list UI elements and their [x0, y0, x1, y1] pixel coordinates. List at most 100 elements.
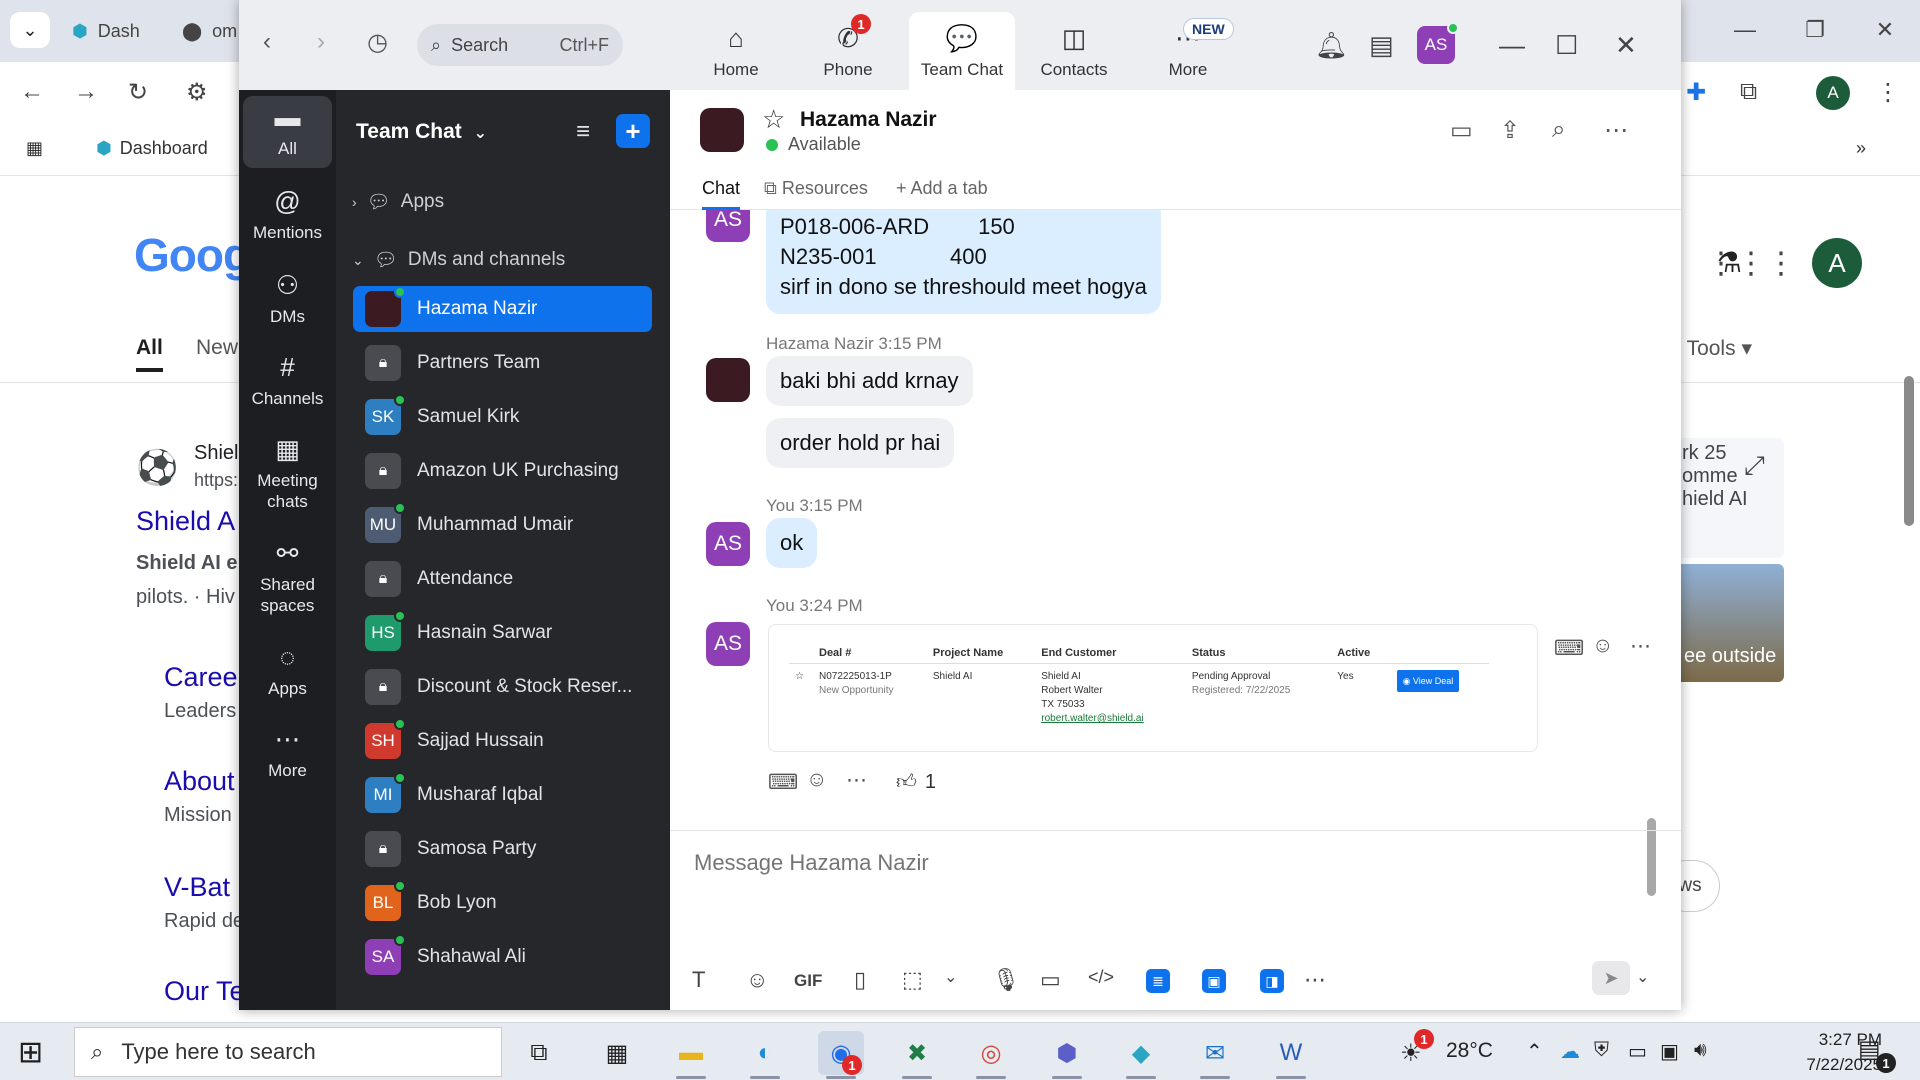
network-icon[interactable]: ▣: [1660, 1039, 1679, 1064]
tab-home[interactable]: ⌂ Home: [683, 12, 789, 90]
battery-icon[interactable]: ▭: [1628, 1039, 1647, 1064]
sidebar-item[interactable]: 🔒︎ Discount & Stock Reser...: [353, 664, 652, 710]
avatar[interactable]: AS: [706, 522, 750, 566]
word-icon[interactable]: W: [1268, 1031, 1314, 1079]
bookmarks-overflow-icon[interactable]: »: [1856, 138, 1866, 159]
add-reaction-icon[interactable]: ☺: [1592, 634, 1613, 658]
side-image-thumbnail[interactable]: ee outside: [1674, 564, 1784, 682]
rail-shared-spaces[interactable]: ⚯ Shared spaces: [243, 538, 332, 616]
sidebar-item[interactable]: SH Sajjad Hussain: [353, 718, 652, 764]
reply-thread-icon[interactable]: ⌨︎: [768, 770, 798, 795]
rail-all[interactable]: ▬ All: [243, 96, 332, 168]
contact-name[interactable]: Hazama Nazir: [800, 108, 937, 132]
star-icon[interactable]: ☆: [762, 104, 785, 135]
avatar[interactable]: AS: [706, 622, 750, 666]
sidebar-item[interactable]: Hazama Nazir: [353, 286, 652, 332]
tab-team-chat[interactable]: 💬 Team Chat: [909, 12, 1015, 90]
chevron-down-icon[interactable]: ⌄: [1636, 967, 1649, 987]
google-tab-all[interactable]: All: [136, 336, 163, 372]
kebab-menu-icon[interactable]: ⋮: [1876, 78, 1900, 107]
history-icon[interactable]: ◷: [367, 28, 388, 57]
tab-add-a-tab[interactable]: + Add a tab: [896, 178, 988, 199]
new-chat-button[interactable]: +: [616, 114, 650, 148]
windows-start-icon[interactable]: ⊞: [18, 1035, 43, 1070]
tab-phone[interactable]: ✆ Phone: [795, 12, 901, 90]
app-whiteboard-icon[interactable]: ▣: [1202, 969, 1226, 993]
image-attachment[interactable]: Deal # Project Name End Customer Status …: [768, 624, 1538, 752]
sidebar-item[interactable]: MU Muhammad Umair: [353, 502, 652, 548]
reload-icon[interactable]: ↻: [128, 78, 148, 107]
task-view-icon[interactable]: ⧉: [516, 1031, 562, 1075]
chevron-down-icon[interactable]: ⌄: [944, 967, 957, 987]
sidebar-item[interactable]: 🔒︎ Partners Team: [353, 340, 652, 386]
weather-temp[interactable]: 28°C: [1446, 1039, 1493, 1063]
send-button[interactable]: ➤: [1592, 961, 1630, 995]
rail-more[interactable]: ⋯ More: [243, 724, 332, 782]
minimize-icon[interactable]: —: [1499, 30, 1525, 61]
sidebar-item[interactable]: 🔒︎ Amazon UK Purchasing: [353, 448, 652, 494]
microphone-icon[interactable]: 🎙︎: [992, 967, 1020, 993]
google-logo[interactable]: Goog: [134, 228, 251, 282]
sidebar-item[interactable]: SA Shahawal Ali: [353, 934, 652, 980]
sidebar-item[interactable]: 🔒︎ Samosa Party: [353, 826, 652, 872]
search-icon[interactable]: ⌕: [1552, 116, 1565, 144]
forward-icon[interactable]: ›: [317, 28, 325, 56]
sidebar-title[interactable]: Team Chat ⌄: [356, 120, 487, 144]
file-icon[interactable]: ▯: [854, 967, 866, 993]
sidebar-item[interactable]: SK Samuel Kirk: [353, 394, 652, 440]
message-input[interactable]: [694, 843, 1634, 883]
chrome-icon[interactable]: ◎: [968, 1031, 1014, 1079]
file-explorer-icon[interactable]: ▬: [668, 1031, 714, 1079]
forward-icon[interactable]: →: [74, 78, 98, 106]
diamond-app-icon[interactable]: ◆: [1118, 1031, 1164, 1079]
filter-icon[interactable]: ≡: [576, 118, 590, 146]
bookmark-dashboard[interactable]: ⬢ Dashboard: [96, 138, 208, 159]
google-profile-avatar[interactable]: A: [1812, 238, 1862, 288]
video-call-icon[interactable]: ▭: [1450, 116, 1473, 145]
video-message-icon[interactable]: ▭: [1040, 967, 1061, 993]
back-icon[interactable]: ←: [20, 78, 44, 106]
calculator-icon[interactable]: ▦: [594, 1031, 640, 1075]
contact-avatar[interactable]: [700, 108, 744, 152]
close-icon[interactable]: ✕: [1850, 10, 1920, 50]
app-docs-icon[interactable]: ≣: [1146, 969, 1170, 993]
back-icon[interactable]: ‹: [263, 28, 271, 56]
browser-profile-avatar[interactable]: A: [1816, 76, 1850, 110]
emoji-icon[interactable]: ☺: [746, 967, 768, 993]
section-dms-channels[interactable]: ⌄ 💬︎ DMs and channels: [352, 248, 565, 272]
reaction-chip[interactable]: 👍︎ 1: [896, 770, 936, 794]
teams-icon[interactable]: ⬢: [1044, 1031, 1090, 1079]
text-format-icon[interactable]: T: [692, 967, 705, 993]
page-scrollbar[interactable]: [1904, 376, 1914, 526]
sidebar-item[interactable]: MI Musharaf Iqbal: [353, 772, 652, 818]
avatar[interactable]: AS: [706, 210, 750, 242]
sidebar-item[interactable]: 🔒︎ Attendance: [353, 556, 652, 602]
more-options-icon[interactable]: ⋯: [846, 768, 867, 793]
site-info-icon[interactable]: ⚙: [186, 78, 208, 107]
more-options-icon[interactable]: ⋯: [1304, 967, 1326, 993]
maximize-icon[interactable]: ☐: [1555, 30, 1578, 61]
google-apps-icon[interactable]: ⋮⋮⋮: [1706, 246, 1796, 281]
message-bubble[interactable]: baki bhi add krnay: [766, 356, 973, 406]
sidebar-item[interactable]: HS Hasnain Sarwar: [353, 610, 652, 656]
minimize-icon[interactable]: —: [1710, 10, 1780, 50]
sublink-careers[interactable]: Caree: [164, 662, 238, 693]
rail-dms[interactable]: ⚇ DMs: [243, 270, 332, 328]
close-icon[interactable]: ✕: [1615, 30, 1637, 61]
app-clips-icon[interactable]: ◨: [1260, 969, 1284, 993]
section-apps[interactable]: › 💬︎ Apps: [352, 190, 444, 214]
google-tab-news[interactable]: New: [196, 336, 238, 360]
rail-channels[interactable]: # Channels: [243, 352, 332, 410]
sidebar-item[interactable]: BL Bob Lyon: [353, 880, 652, 926]
security-icon[interactable]: ⛨: [1594, 1039, 1609, 1062]
onedrive-icon[interactable]: ☁: [1560, 1039, 1580, 1064]
side-card[interactable]: rk 25 omme hield AI: [1674, 438, 1784, 558]
browser-tab-dashboard[interactable]: ⬢ Dash: [72, 14, 140, 48]
tab-contacts[interactable]: ◫ Contacts: [1021, 12, 1127, 90]
expand-icon[interactable]: ⤢: [1744, 450, 1765, 482]
avatar[interactable]: [706, 358, 750, 402]
sublink-vbat[interactable]: V-Bat: [164, 872, 230, 903]
excel-icon[interactable]: ✖: [894, 1031, 940, 1079]
bell-icon[interactable]: 🔔︎: [1315, 30, 1348, 61]
tab-chat[interactable]: Chat: [702, 178, 741, 210]
